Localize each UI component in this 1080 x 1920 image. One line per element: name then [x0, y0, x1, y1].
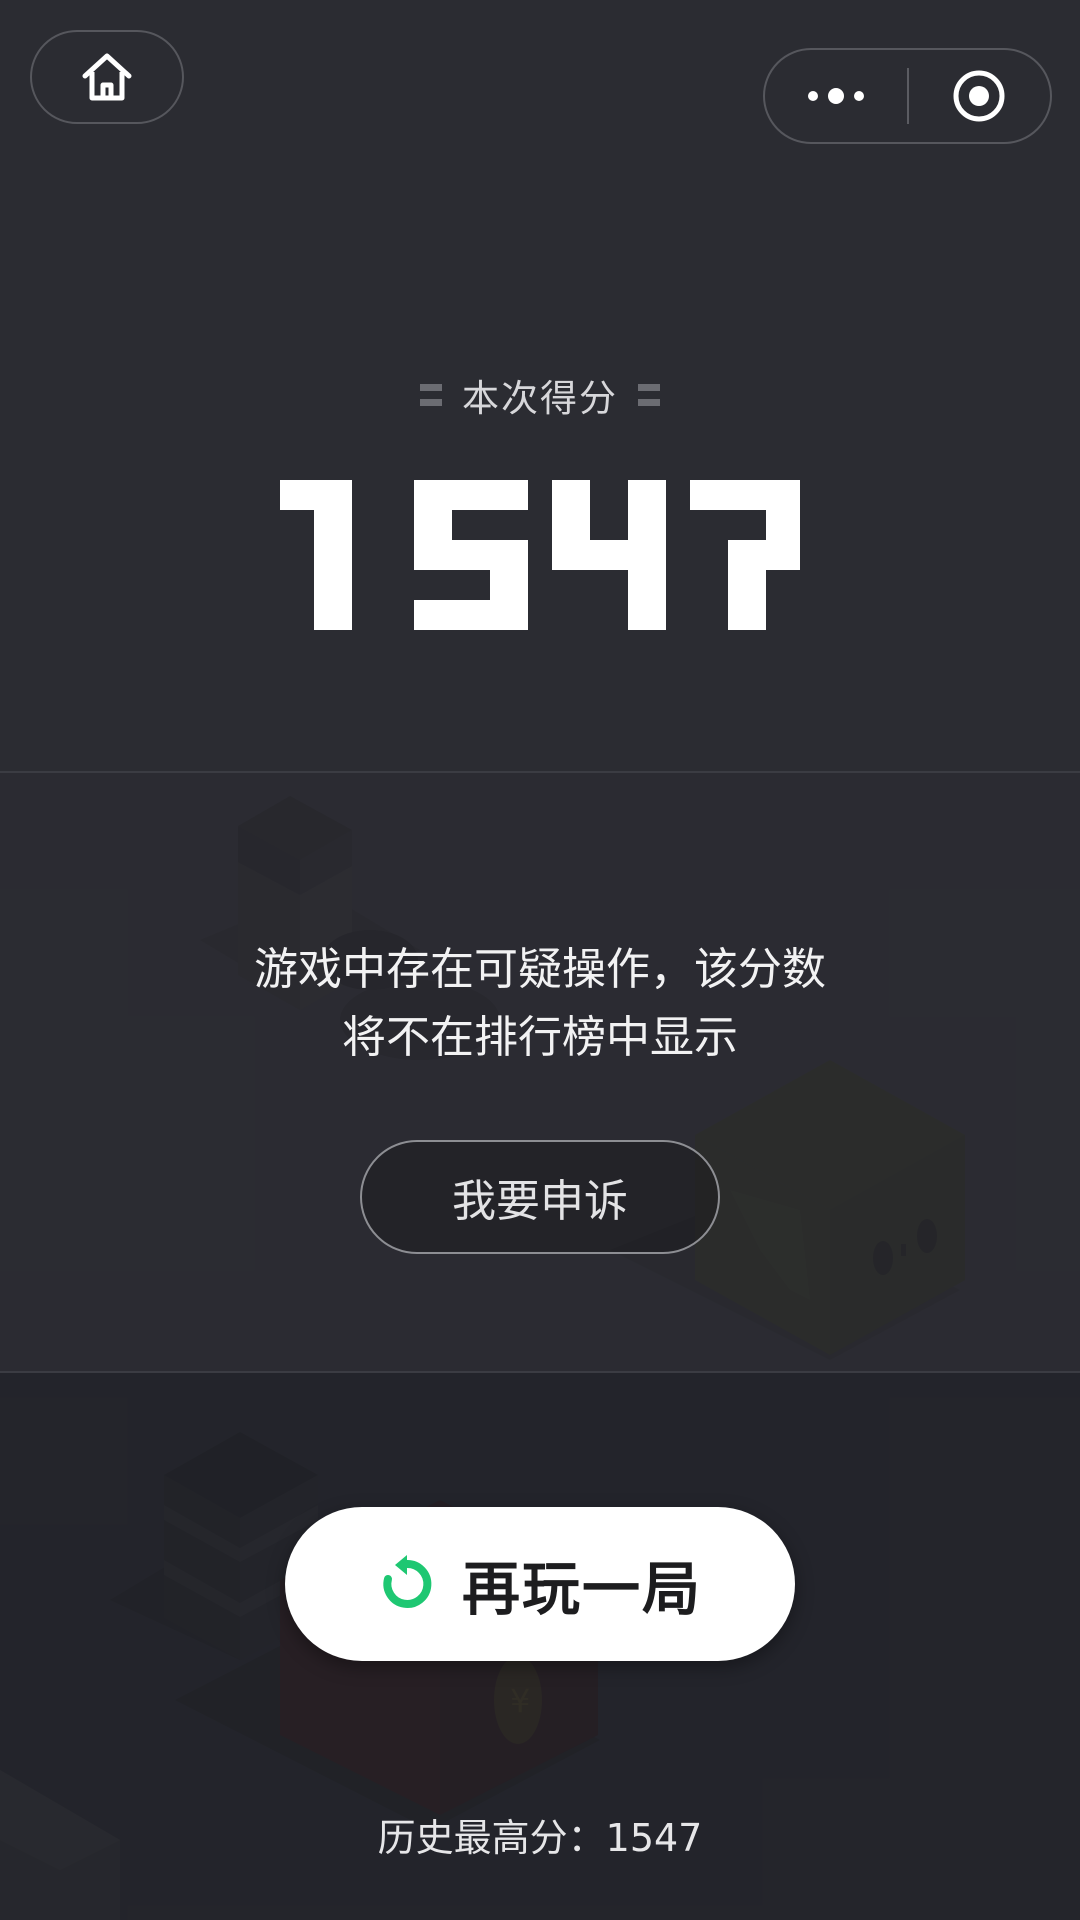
target-close-icon	[953, 70, 1005, 122]
more-dots-icon	[807, 88, 864, 104]
score-label: 本次得分	[0, 368, 1080, 422]
warning-line-2: 将不在排行榜中显示	[342, 1012, 738, 1063]
divider-bottom	[0, 1371, 1080, 1373]
score-digit-1	[276, 480, 352, 630]
warning-panel	[0, 772, 1080, 1372]
play-again-label: 再玩一局	[461, 1555, 702, 1623]
appeal-button[interactable]: 我要申诉	[360, 1140, 720, 1254]
play-again-button[interactable]: 再玩一局	[285, 1507, 795, 1661]
game-over-screen: ¥	[0, 0, 1080, 1920]
score-digit-4	[552, 480, 666, 630]
score-label-text: 本次得分	[462, 377, 618, 420]
score-digit-5	[414, 480, 528, 630]
left-equals-icon	[420, 384, 442, 406]
score-value	[0, 480, 1080, 634]
warning-line-1: 游戏中存在可疑操作，该分数	[254, 944, 826, 995]
miniprogram-capsule	[763, 48, 1052, 144]
refresh-icon	[383, 1555, 432, 1608]
right-equals-icon	[638, 384, 660, 406]
more-button[interactable]	[765, 50, 907, 142]
score-digit-7	[690, 480, 804, 630]
close-button[interactable]	[909, 50, 1051, 142]
home-button[interactable]	[30, 30, 184, 124]
home-icon	[82, 53, 132, 101]
suspicious-warning: 游戏中存在可疑操作，该分数 将不在排行榜中显示	[0, 936, 1080, 1072]
best-score: 历史最高分：1547	[377, 1816, 703, 1860]
divider-top	[0, 771, 1080, 773]
pixel-score-digits	[276, 480, 804, 630]
